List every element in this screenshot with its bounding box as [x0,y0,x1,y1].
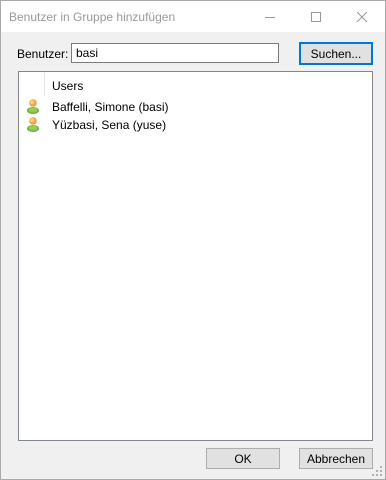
search-button[interactable]: Suchen... [299,42,373,65]
resize-grip-icon[interactable] [371,465,383,477]
list-item[interactable]: Yüzbasi, Sena (yuse) [19,115,372,133]
maximize-icon [311,11,321,22]
maximize-button[interactable] [293,1,339,32]
icon-column-header[interactable] [19,72,45,96]
user-search-input[interactable] [71,43,279,63]
list-header: Users [19,72,372,96]
minimize-icon [265,16,275,18]
add-user-dialog: Benutzer in Gruppe hinzufügen Benutzer: … [0,0,386,480]
window-title: Benutzer in Gruppe hinzufügen [9,10,176,24]
user-icon [27,117,39,132]
user-name: Baffelli, Simone (basi) [52,100,169,114]
user-label: Benutzer: [17,47,69,61]
title-bar[interactable]: Benutzer in Gruppe hinzufügen [1,1,385,32]
minimize-button[interactable] [247,1,293,32]
ok-button[interactable]: OK [206,448,280,469]
list-item[interactable]: Baffelli, Simone (basi) [19,97,372,115]
results-list[interactable]: Users Baffelli, Simone (basi) Yüzbasi, S… [18,71,373,441]
user-name: Yüzbasi, Sena (yuse) [52,118,167,132]
users-column-header[interactable]: Users [52,79,83,93]
cancel-button[interactable]: Abbrechen [299,448,373,469]
close-icon [357,11,367,22]
user-icon [27,99,39,114]
close-button[interactable] [339,1,385,32]
